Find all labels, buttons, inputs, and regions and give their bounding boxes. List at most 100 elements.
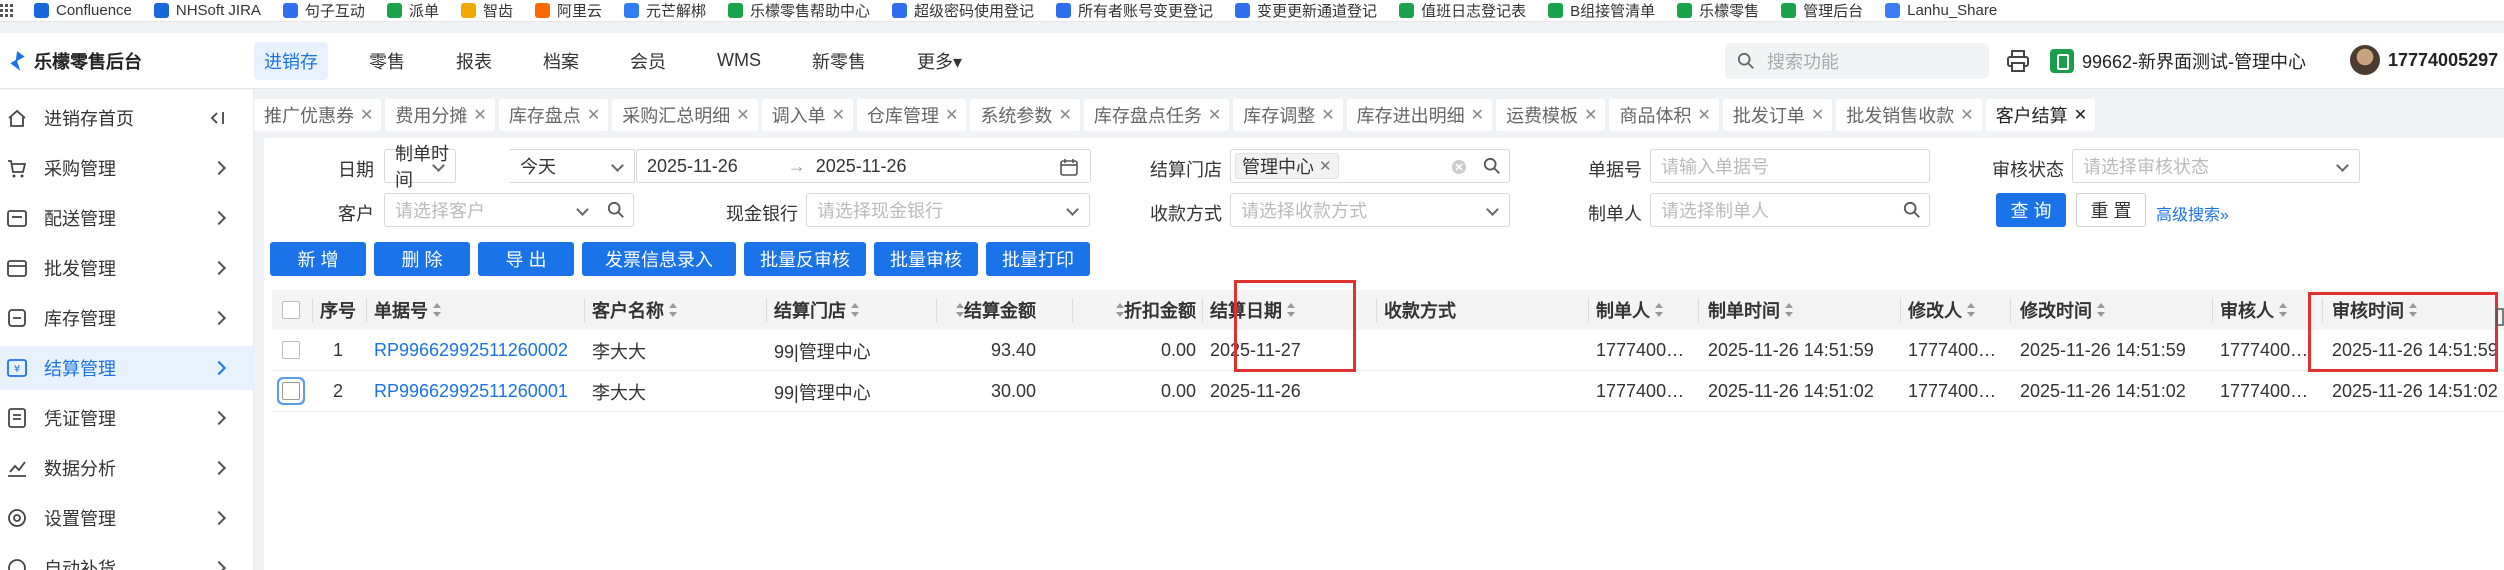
customer-select[interactable]: 请选择客户 (384, 193, 634, 227)
tab-14[interactable]: 客户结算 ✕ (1985, 99, 2096, 131)
close-icon[interactable]: ✕ (945, 105, 958, 125)
sidebar-item-5[interactable]: ¥ 结算管理 (0, 346, 253, 390)
tag-close-icon[interactable]: ✕ (1319, 157, 1332, 175)
bookmark-14[interactable]: 管理后台 (1781, 0, 1863, 21)
col-modifier[interactable]: 修改人 (1908, 290, 1975, 330)
sidebar-item-6[interactable]: 凭证管理 (0, 396, 253, 440)
tab-8[interactable]: 库存调整 ✕ (1233, 99, 1343, 131)
col-amount[interactable]: 结算金额 (944, 290, 1036, 330)
sort-icon[interactable] (1966, 303, 1975, 317)
table-row[interactable]: 2 RP99662992511260001 李大大 99|管理中心 30.00 0.00 2… (272, 371, 2504, 412)
cell-docno[interactable]: RP99662992511260001 (374, 371, 574, 412)
sort-icon[interactable] (955, 303, 964, 317)
col-customer[interactable]: 客户名称 (592, 290, 677, 330)
store-select[interactable]: 管理中心 ✕ (1230, 149, 1510, 183)
batch-audit-button[interactable]: 批量审核 (874, 242, 978, 276)
search-icon[interactable] (607, 201, 625, 219)
bookmark-2[interactable]: 句子互动 (282, 0, 365, 21)
clear-icon[interactable] (1451, 159, 1467, 175)
tab-12[interactable]: 批发订单 ✕ (1722, 99, 1833, 131)
date-range-picker[interactable]: 2025-11-26 → 2025-11-26 (636, 149, 1091, 183)
select-all-checkbox[interactable] (282, 301, 300, 319)
row-checkbox[interactable] (282, 341, 300, 359)
menu-item-3[interactable]: 档案 (533, 42, 589, 80)
close-icon[interactable]: ✕ (832, 105, 845, 125)
close-icon[interactable]: ✕ (1321, 105, 1334, 125)
query-button[interactable]: 查 询 (1996, 193, 2066, 227)
maker-select[interactable]: 请选择制单人 (1650, 193, 1930, 227)
invoice-entry-button[interactable]: 发票信息录入 (582, 242, 736, 276)
bookmark-10[interactable]: 变更更新通道登记 (1235, 0, 1377, 21)
search-icon[interactable] (1903, 201, 1921, 219)
batch-unaudit-button[interactable]: 批量反审核 (744, 242, 866, 276)
sort-icon[interactable] (850, 303, 859, 317)
sidebar-item-1[interactable]: 采购管理 (0, 146, 253, 190)
tab-6[interactable]: 系统参数 ✕ (970, 99, 1080, 131)
tab-2[interactable]: 库存盘点 ✕ (498, 99, 609, 131)
menu-item-0[interactable]: 进销存 (254, 41, 328, 80)
col-modify-time[interactable]: 修改时间 (2020, 290, 2105, 330)
tab-13[interactable]: 批发销售收款 ✕ (1836, 99, 1982, 131)
tab-11[interactable]: 商品体积 ✕ (1609, 99, 1719, 131)
close-icon[interactable]: ✕ (1058, 105, 1071, 125)
col-docno[interactable]: 单据号 (374, 290, 441, 330)
bookmark-7[interactable]: 乐檬零售帮助中心 (728, 0, 870, 21)
sidebar-item-2[interactable]: 配送管理 (0, 196, 253, 240)
collapse-sidebar-icon[interactable] (208, 110, 226, 126)
paymethod-select[interactable]: 请选择收款方式 (1230, 193, 1510, 227)
tab-10[interactable]: 运费模板 ✕ (1496, 99, 1606, 131)
table-row[interactable]: 1 RP99662992511260002 李大大 99|管理中心 93.40 0.00 2… (272, 330, 2504, 371)
close-icon[interactable]: ✕ (736, 105, 749, 125)
bookmark-11[interactable]: 值班日志登记表 (1399, 0, 1526, 21)
col-store[interactable]: 结算门店 (774, 290, 859, 330)
close-icon[interactable]: ✕ (1584, 105, 1597, 125)
store-switcher[interactable]: 99662-新界面测试-管理中心 (2050, 47, 2306, 75)
menu-item-2[interactable]: 报表 (446, 42, 502, 80)
bookmark-15[interactable]: Lanhu_Share (1885, 2, 1997, 19)
printer-icon[interactable] (2006, 49, 2030, 73)
bookmark-3[interactable]: 派单 (386, 0, 439, 21)
menu-item-5[interactable]: WMS (707, 44, 771, 77)
docno-input[interactable]: 请输入单据号 (1650, 149, 1930, 183)
col-maker[interactable]: 制单人 (1596, 290, 1663, 330)
close-icon[interactable]: ✕ (1811, 105, 1824, 125)
bookmark-0[interactable]: Confluence (34, 2, 132, 19)
brand[interactable]: 乐檬零售后台 (0, 48, 254, 74)
close-icon[interactable]: ✕ (1471, 105, 1484, 125)
delete-button[interactable]: 删 除 (374, 242, 470, 276)
bookmark-9[interactable]: 所有者账号变更登记 (1056, 0, 1213, 21)
audit-status-select[interactable]: 请选择审核状态 (2072, 149, 2360, 183)
menu-item-7[interactable]: 更多▾ (907, 42, 972, 80)
bookmark-5[interactable]: 阿里云 (534, 0, 602, 21)
close-icon[interactable]: ✕ (2074, 105, 2087, 125)
search-icon[interactable] (1483, 157, 1501, 175)
sort-icon[interactable] (2278, 303, 2287, 317)
bookmark-4[interactable]: 智齿 (460, 0, 513, 21)
new-button[interactable]: 新 增 (270, 242, 366, 276)
tab-1[interactable]: 费用分摊 ✕ (385, 99, 495, 131)
export-button[interactable]: 导 出 (478, 242, 574, 276)
row-checkbox[interactable] (282, 382, 300, 400)
sort-icon[interactable] (1784, 303, 1793, 317)
sidebar-item-3[interactable]: 批发管理 (0, 246, 253, 290)
close-icon[interactable]: ✕ (1960, 105, 1973, 125)
sidebar-item-8[interactable]: 设置管理 (0, 496, 253, 540)
cell-docno[interactable]: RP99662992511260002 (374, 330, 574, 371)
sort-icon[interactable] (2096, 303, 2105, 317)
sidebar-item-4[interactable]: 库存管理 (0, 296, 253, 340)
close-icon[interactable]: ✕ (1208, 105, 1221, 125)
tab-5[interactable]: 仓库管理 ✕ (857, 99, 967, 131)
bookmark-1[interactable]: NHSoft JIRA (153, 2, 261, 19)
sidebar-item-9[interactable]: 自动补货 (0, 546, 253, 570)
tab-3[interactable]: 采购汇总明细 ✕ (612, 99, 758, 131)
sort-icon[interactable] (432, 303, 441, 317)
tab-0[interactable]: 推广优惠券 ✕ (254, 99, 382, 131)
bookmark-6[interactable]: 元芒解梆 (623, 0, 706, 21)
bookmark-8[interactable]: 超级密码使用登记 (892, 0, 1034, 21)
close-icon[interactable]: ✕ (1697, 105, 1710, 125)
menu-item-6[interactable]: 新零售 (802, 42, 876, 80)
close-icon[interactable]: ✕ (473, 105, 486, 125)
bookmark-12[interactable]: B组接管清单 (1548, 0, 1655, 21)
date-type-select[interactable]: 制单时间 (384, 144, 456, 190)
close-icon[interactable]: ✕ (360, 105, 373, 125)
